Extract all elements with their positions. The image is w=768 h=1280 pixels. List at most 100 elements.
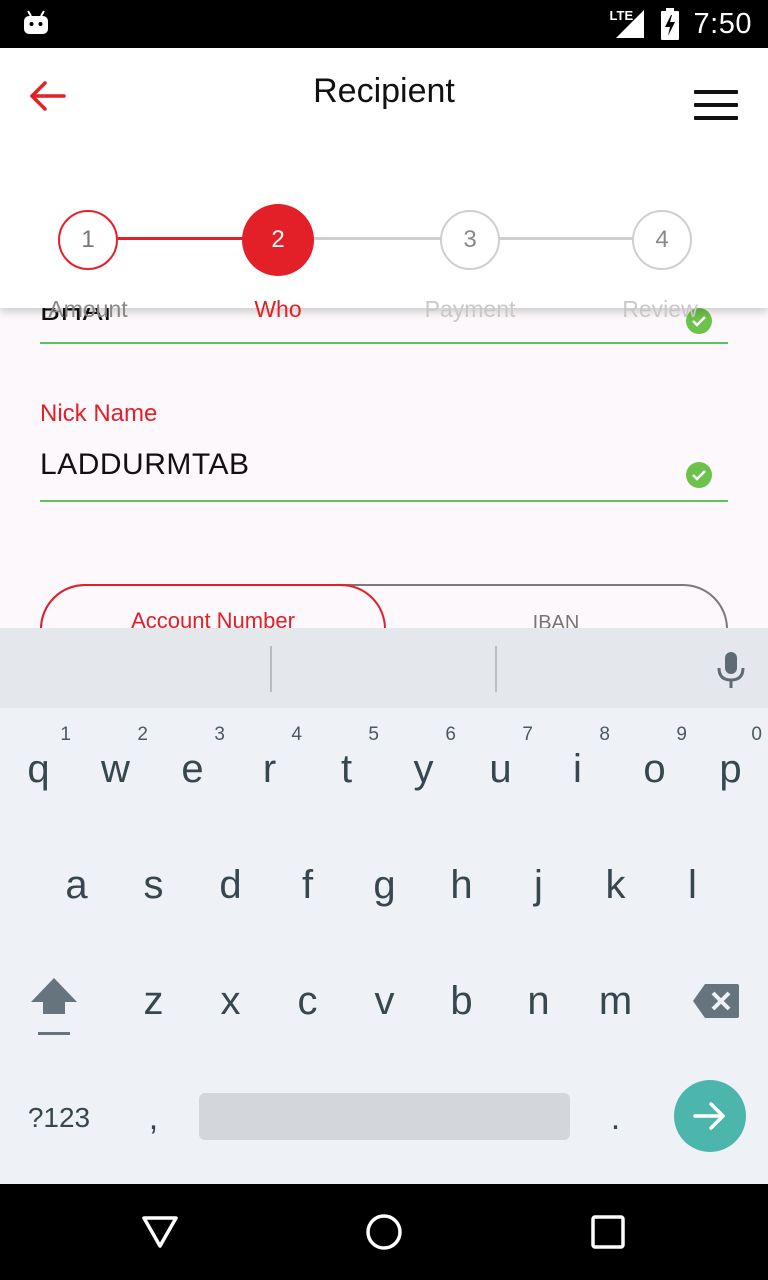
- space-key[interactable]: [199, 1093, 570, 1140]
- square-recents-icon: [591, 1215, 625, 1249]
- step-connector-2-3: [312, 237, 442, 240]
- name-field-underline: [40, 342, 728, 344]
- iban-option[interactable]: IBAN: [386, 586, 726, 628]
- key-y-char: y: [413, 746, 434, 791]
- key-x[interactable]: x: [192, 956, 269, 1046]
- suggestion-strip: [0, 628, 768, 708]
- step-4-number: 4: [655, 226, 669, 253]
- key-h-char: h: [450, 862, 473, 907]
- key-n[interactable]: n: [500, 956, 577, 1046]
- key-w-char: w: [101, 746, 130, 791]
- step-connector-3-4: [498, 237, 632, 240]
- key-s[interactable]: s: [115, 840, 192, 930]
- step-1-number: 1: [81, 226, 95, 253]
- circle-home-icon: [366, 1214, 402, 1250]
- microphone-icon[interactable]: [714, 650, 748, 690]
- key-i[interactable]: i8: [539, 724, 616, 814]
- comma-key[interactable]: ,: [115, 1073, 192, 1163]
- key-q-hint: 1: [60, 724, 71, 745]
- key-a[interactable]: a: [38, 840, 115, 930]
- key-p-hint: 0: [751, 724, 762, 745]
- key-j[interactable]: j: [500, 840, 577, 930]
- step-1-circle[interactable]: 1: [58, 210, 118, 270]
- symbols-key[interactable]: ?123: [14, 1073, 104, 1163]
- nick-name-label: Nick Name: [40, 400, 158, 427]
- key-h[interactable]: h: [423, 840, 500, 930]
- key-p-char: p: [719, 746, 742, 791]
- key-b-char: b: [450, 978, 473, 1023]
- key-w-hint: 2: [137, 724, 148, 745]
- key-o-char: o: [643, 746, 666, 791]
- key-e[interactable]: e3: [154, 724, 231, 814]
- key-g-char: g: [373, 862, 396, 907]
- key-m[interactable]: m: [577, 956, 654, 1046]
- key-f[interactable]: f: [269, 840, 346, 930]
- suggestion-divider: [270, 646, 272, 692]
- key-d[interactable]: d: [192, 840, 269, 930]
- period-key-label: .: [610, 1098, 621, 1137]
- system-nav-bar: [0, 1184, 768, 1280]
- key-k-char: k: [605, 862, 626, 907]
- key-i-hint: 8: [599, 724, 610, 745]
- key-u[interactable]: u7: [462, 724, 539, 814]
- key-z[interactable]: z: [115, 956, 192, 1046]
- checkmark-icon: [686, 462, 712, 488]
- soft-keyboard: q1 w2 e3 r4 t5 y6 u7 i8 o9 p0 a s d f g …: [0, 628, 768, 1184]
- key-p[interactable]: p0: [693, 724, 768, 814]
- nav-recents-button[interactable]: [586, 1212, 630, 1252]
- key-o[interactable]: o9: [616, 724, 693, 814]
- step-3-label: Payment: [424, 296, 516, 322]
- account-number-label: Account Number: [131, 608, 295, 628]
- nick-name-field[interactable]: Nick Name LADDURMTAB: [40, 400, 728, 504]
- iban-label: IBAN: [532, 612, 580, 628]
- key-t[interactable]: t5: [308, 724, 385, 814]
- key-c[interactable]: c: [269, 956, 346, 1046]
- key-y-hint: 6: [445, 724, 456, 745]
- key-w[interactable]: w2: [77, 724, 154, 814]
- key-f-char: f: [301, 862, 314, 907]
- key-e-char: e: [181, 746, 204, 791]
- status-bar: LTE 7:50: [0, 0, 768, 48]
- step-2-label: Who: [254, 296, 302, 322]
- android-robot-icon: [24, 10, 48, 34]
- key-g[interactable]: g: [346, 840, 423, 930]
- key-r-hint: 4: [291, 724, 302, 745]
- key-q[interactable]: q1: [0, 724, 77, 814]
- key-b[interactable]: b: [423, 956, 500, 1046]
- symbols-key-label: ?123: [27, 1102, 91, 1133]
- recipient-form: BHAI Nick Name LADDURMTAB Account Number…: [0, 308, 768, 628]
- step-3-circle[interactable]: 3: [440, 210, 500, 270]
- key-j-char: j: [534, 862, 543, 907]
- key-u-char: u: [489, 746, 512, 791]
- shift-arrow-icon: [31, 978, 77, 1035]
- backspace-key[interactable]: [676, 956, 756, 1046]
- step-connector-1-2: [118, 237, 244, 240]
- account-type-toggle: Account Number IBAN: [40, 584, 728, 628]
- shift-key[interactable]: [14, 956, 94, 1056]
- nav-home-button[interactable]: [362, 1212, 406, 1252]
- key-i-char: i: [573, 746, 582, 791]
- key-r-char: r: [262, 746, 277, 791]
- nav-back-button[interactable]: [138, 1212, 182, 1252]
- triangle-back-icon: [142, 1216, 178, 1248]
- key-l-char: l: [688, 862, 697, 907]
- key-t-hint: 5: [368, 724, 379, 745]
- hamburger-menu-icon[interactable]: [694, 90, 738, 122]
- key-l[interactable]: l: [654, 840, 731, 930]
- key-s-char: s: [143, 862, 164, 907]
- nick-name-input[interactable]: LADDURMTAB: [40, 448, 728, 482]
- step-4-circle[interactable]: 4: [632, 210, 692, 270]
- key-v[interactable]: v: [346, 956, 423, 1046]
- key-y[interactable]: y6: [385, 724, 462, 814]
- key-k[interactable]: k: [577, 840, 654, 930]
- key-q-char: q: [27, 746, 50, 791]
- account-number-option[interactable]: Account Number: [40, 584, 386, 628]
- enter-key[interactable]: [674, 1080, 746, 1152]
- step-3-number: 3: [463, 226, 477, 253]
- period-key[interactable]: .: [577, 1073, 654, 1163]
- page-title: Recipient: [313, 72, 455, 110]
- key-r[interactable]: r4: [231, 724, 308, 814]
- key-v-char: v: [374, 978, 395, 1023]
- key-a-char: a: [65, 862, 88, 907]
- step-2-circle[interactable]: 2: [242, 204, 314, 276]
